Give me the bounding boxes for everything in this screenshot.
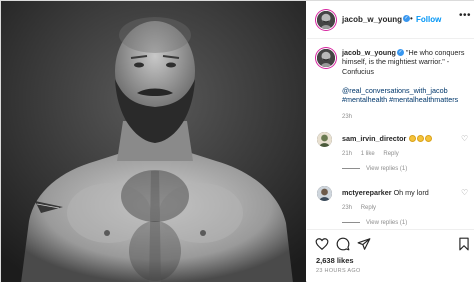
comment-timestamp: 23h	[342, 205, 353, 211]
heart-icon[interactable]	[315, 237, 329, 251]
comment-like-heart-icon[interactable]: ♡	[461, 134, 468, 143]
hashtag-link[interactable]: #mentalhealth	[342, 95, 387, 104]
verified-badge-icon: ✓	[403, 15, 411, 23]
instagram-post: jacob_w_young ✓ • Follow ••• jacob_w_youn…	[0, 0, 474, 282]
separator-dot: •	[410, 14, 413, 23]
post-photo[interactable]	[1, 1, 306, 282]
comment-1: sam_irvin_director	[342, 134, 433, 143]
clapping-hands-emoji-icon	[425, 134, 433, 142]
caption-tags: @real_conversations_with_jacob #mentalhe…	[342, 86, 468, 105]
comment-bubble-icon[interactable]	[336, 237, 350, 251]
comment-like-heart-icon[interactable]: ♡	[461, 188, 468, 197]
comment-timestamp: 21h	[342, 151, 353, 157]
clapping-hands-emoji-icon	[409, 134, 417, 142]
comment-meta: 23h Reply	[342, 205, 383, 211]
paper-plane-share-icon[interactable]	[357, 237, 371, 251]
author-username[interactable]: jacob_w_young ✓	[342, 15, 411, 24]
author-avatar[interactable]	[317, 11, 335, 29]
post-image	[1, 1, 306, 282]
caption-author-avatar[interactable]	[317, 49, 335, 67]
post-caption: jacob_w_young ✓ "He who conquers himself,…	[342, 48, 468, 76]
comment-like-count[interactable]: 1 like	[361, 151, 375, 157]
post-timestamp[interactable]: 23 HOURS AGO	[316, 268, 361, 274]
commenter-avatar[interactable]	[317, 132, 332, 147]
comment-2: mctyereparker Oh my lord	[342, 188, 429, 197]
reply-button[interactable]: Reply	[361, 205, 376, 211]
bookmark-icon[interactable]	[457, 237, 471, 251]
post-header: jacob_w_young ✓ • Follow •••	[307, 1, 474, 39]
view-replies-button[interactable]: View replies (1)	[342, 166, 407, 172]
caption-timestamp: 23h	[342, 114, 353, 120]
comment-username[interactable]: mctyereparker	[342, 188, 392, 197]
comment-text: Oh my lord	[393, 188, 429, 197]
mention-link[interactable]: @real_conversations_with_jacob	[342, 86, 448, 95]
more-dots-icon[interactable]: •••	[459, 10, 471, 21]
comment-username[interactable]: sam_irvin_director	[342, 134, 406, 143]
post-sidebar: jacob_w_young ✓ • Follow ••• jacob_w_youn…	[307, 1, 474, 282]
replies-divider	[342, 167, 360, 169]
hashtag-link[interactable]: #mentalhealthmatters	[389, 95, 458, 104]
comments-section[interactable]: jacob_w_young ✓ "He who conquers himself,…	[307, 40, 474, 227]
caption-username[interactable]: jacob_w_young	[342, 48, 396, 57]
verified-badge-icon: ✓	[396, 48, 404, 56]
replies-divider	[342, 221, 360, 223]
follow-button[interactable]: Follow	[416, 15, 441, 24]
view-replies-button[interactable]: View replies (1)	[342, 220, 407, 226]
post-actions: 2,638 likes 23 HOURS AGO	[307, 229, 474, 282]
commenter-avatar[interactable]	[317, 186, 332, 201]
clapping-hands-emoji-icon	[417, 134, 425, 142]
reply-button[interactable]: Reply	[383, 151, 398, 157]
like-count[interactable]: 2,638 likes	[316, 256, 354, 265]
comment-meta: 21h 1 like Reply	[342, 151, 406, 157]
